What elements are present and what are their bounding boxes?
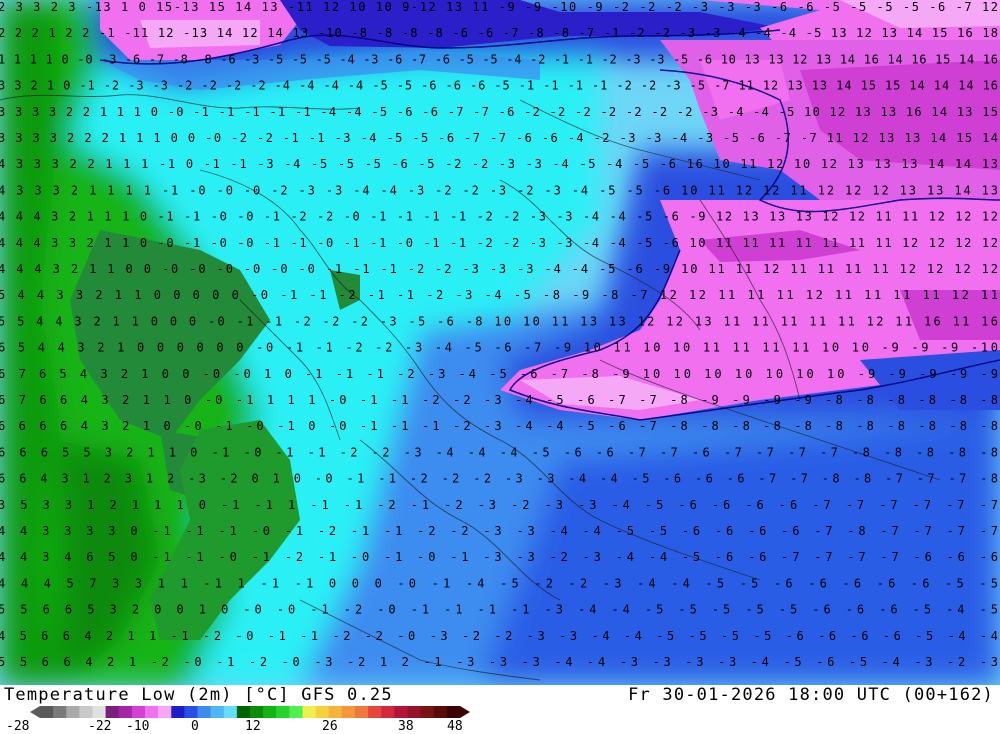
colorbar-cell bbox=[315, 706, 330, 718]
colorbar-tick: 0 bbox=[191, 719, 199, 734]
temperature-colorbar bbox=[30, 706, 470, 718]
colorbar-cell bbox=[341, 706, 356, 718]
temperature-field: 2 3 3 2 3 -13 1 0 15-13 15 14 13 -11 12 … bbox=[0, 0, 1000, 685]
colorbar-tick: -28 bbox=[6, 719, 30, 734]
colorbar-cell bbox=[118, 706, 133, 718]
colorbar-cell bbox=[381, 706, 395, 718]
contour-label-row: 2 2 2 1 2 2 -1 -11 12 -13 14 12 14 13 -1… bbox=[0, 26, 998, 40]
colorbar-cell bbox=[197, 706, 212, 718]
contour-label-row: 4 3 3 3 2 1 1 1 1 -1 -0 -0 -0 -2 -3 -3 -… bbox=[0, 183, 998, 197]
weather-map-page: 2 3 3 2 3 -13 1 0 15-13 15 14 13 -11 12 … bbox=[0, 0, 1000, 734]
map-datetime: Fr 30-01-2026 18:00 UTC (00+162) bbox=[628, 685, 994, 705]
colorbar-cell bbox=[210, 706, 225, 718]
contour-label-row: 1 1 1 1 0 -0 -3 -6 -7 -8 -8 -6 -3 -5 -5 … bbox=[0, 52, 998, 66]
colorbar-cell bbox=[40, 706, 54, 718]
colorbar-cell bbox=[433, 706, 448, 718]
colorbar-tick: 38 bbox=[398, 719, 414, 734]
colorbar-cell bbox=[66, 706, 80, 718]
colorbar-cell bbox=[105, 706, 120, 718]
colorbar-cell bbox=[394, 706, 408, 718]
colorbar-cell bbox=[289, 706, 303, 718]
colorbar-cell bbox=[446, 706, 461, 718]
colorbar-cell bbox=[250, 706, 264, 718]
colorbar-cell bbox=[236, 706, 251, 718]
colorbar-cell bbox=[92, 706, 107, 718]
colorbar-tick: -10 bbox=[126, 719, 150, 734]
contour-label-row: 2 3 3 2 3 -13 1 0 15-13 15 14 13 -11 12 … bbox=[0, 0, 998, 14]
contour-label-row: 6 6 4 3 1 2 3 1 2 -3 -2 0 1 0 -0 -1 -1 -… bbox=[0, 472, 998, 486]
colorbar-tick: -22 bbox=[88, 719, 112, 734]
colorbar-cell bbox=[368, 706, 382, 718]
contour-label-row: 6 6 6 6 4 3 2 1 0 -0 -1 -0 -1 0 -0 -1 -1… bbox=[0, 419, 998, 433]
colorbar-cell bbox=[223, 706, 238, 718]
colorbar-cell bbox=[184, 706, 198, 718]
colorbar-cell bbox=[145, 706, 159, 718]
colorbar-cell bbox=[53, 706, 67, 718]
colorbar-cell bbox=[328, 706, 343, 718]
colorbar-cell bbox=[407, 706, 422, 718]
colorbar-cell bbox=[276, 706, 290, 718]
colorbar-tick: 12 bbox=[245, 719, 261, 734]
contour-label-row: 4 3 3 3 2 2 1 1 1 -1 0 -1 -1 -3 -4 -5 -5… bbox=[0, 157, 998, 171]
contour-label-row: 6 5 4 4 3 2 1 0 0 0 0 0 0 -0 -1 -1 -2 -2… bbox=[0, 341, 998, 355]
contour-label-row: 5 5 6 6 5 3 2 0 0 1 0 -0 -0 -1 -2 -0 -1 … bbox=[0, 603, 998, 617]
contour-label-row: 6 6 6 5 5 3 2 1 1 0 -1 -0 -1 -1 -2 -2 -3… bbox=[0, 445, 998, 459]
colorbar-arrow-left bbox=[30, 706, 40, 718]
colorbar-tick: 26 bbox=[322, 719, 338, 734]
contour-label-row: 4 4 4 3 2 1 1 0 0 -0 -0 -0 -0 -0 -0 -1 -… bbox=[0, 262, 998, 276]
contour-label-row: 4 4 4 3 2 1 1 1 0 -1 -1 -0 -0 -1 -2 -2 -… bbox=[0, 210, 998, 224]
contour-label-row: 3 5 3 3 1 2 1 1 1 0 -1 -1 1 -1 -1 -2 -1 … bbox=[0, 498, 998, 512]
colorbar-tick-labels: -28 -22 -10 0 12 26 38 48 bbox=[0, 719, 1000, 734]
contour-label-row: 3 3 3 3 2 2 2 1 1 1 0 0 -0 -2 -2 -1 -1 -… bbox=[0, 131, 998, 145]
colorbar-arrow-right bbox=[460, 706, 470, 718]
colorbar-tick: 48 bbox=[447, 719, 463, 734]
colorbar-cell bbox=[131, 706, 146, 718]
colorbar-cell bbox=[263, 706, 277, 718]
colorbar-cell bbox=[171, 706, 185, 718]
colorbar-cell bbox=[302, 706, 317, 718]
colorbar-cell bbox=[158, 706, 172, 718]
contour-label-row: 6 7 6 6 4 3 2 1 1 0 -0 -1 1 1 1 -0 -1 -1… bbox=[0, 393, 998, 407]
colorbar-cell bbox=[355, 706, 369, 718]
contour-label-row: 3 3 2 1 0 -1 -2 -3 -3 -2 -2 -2 -2 -4 -4 … bbox=[0, 79, 998, 93]
contour-label-row: 4 4 4 3 3 2 1 1 0 -0 -1 -0 -0 -1 -1 -0 -… bbox=[0, 236, 998, 250]
colorbar-cell bbox=[79, 706, 93, 718]
colorbar-cell bbox=[420, 706, 435, 718]
map-footer: Temperature Low (2m) [°C] GFS 0.25 Fr 30… bbox=[0, 685, 1000, 734]
map-title: Temperature Low (2m) [°C] GFS 0.25 bbox=[4, 685, 393, 705]
contour-label-row: 5 4 4 3 3 2 1 1 0 0 0 0 0 -0 -1 -1 -2 -1… bbox=[0, 288, 998, 302]
temperature-map: 2 3 3 2 3 -13 1 0 15-13 15 14 13 -11 12 … bbox=[0, 0, 1000, 685]
